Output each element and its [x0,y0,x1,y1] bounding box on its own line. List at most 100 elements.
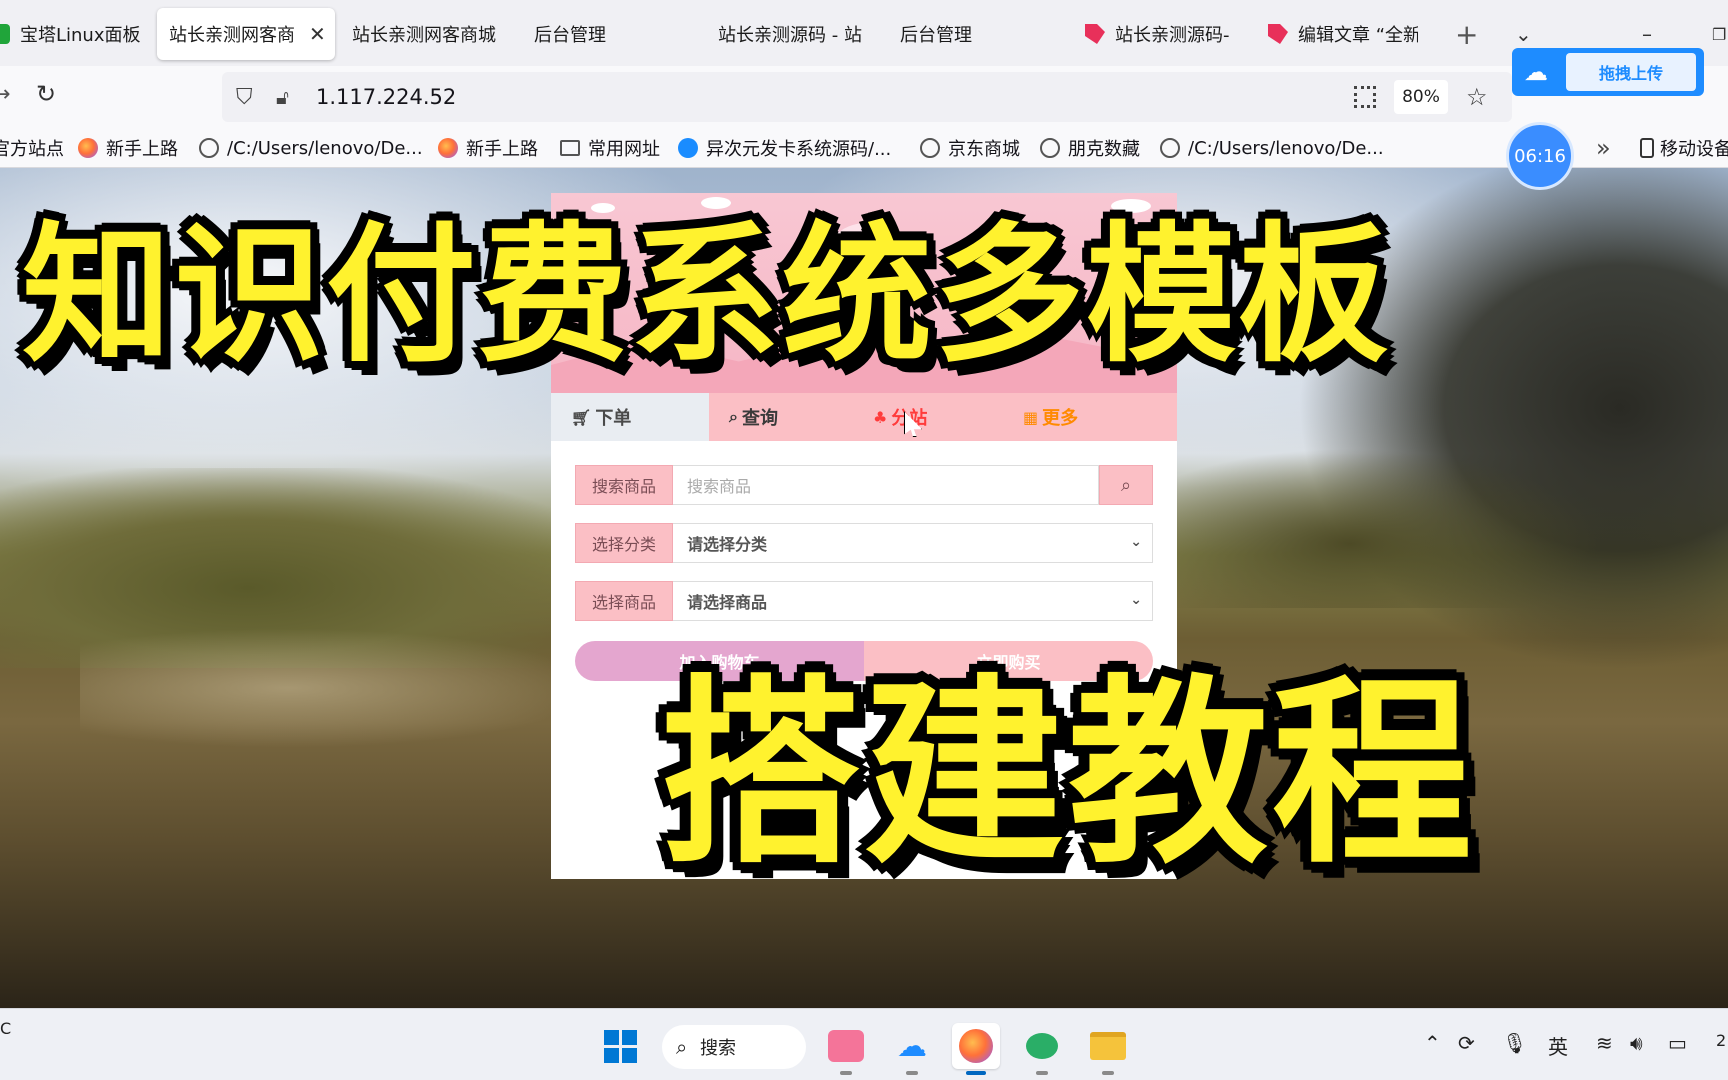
tab-baota[interactable]: 宝塔Linux面板 [0,8,140,60]
tab-admin-1[interactable]: 后台管理 [534,8,654,60]
bookmark-star-icon[interactable]: ☆ [1466,83,1488,111]
overlay-title-top: 知识付费系统多模板 [22,209,1391,383]
bookmark-local-file-2[interactable]: /C:/Users/lenovo/De... [1160,136,1384,160]
taskbar-search[interactable]: ⌕ 搜索 [662,1025,806,1069]
search-icon: ⌕ [676,1035,688,1059]
bookmark-local-file-1[interactable]: /C:/Users/lenovo/De... [199,136,423,160]
tab-edit-article[interactable]: 编辑文章 “全新 [1268,8,1418,60]
taskbar-firefox[interactable] [952,1023,1000,1075]
bookmark-folder-common[interactable]: 常用网址 [560,136,660,160]
url-bar[interactable]: ⛉ 🔓︎ 1.117.224.52 80% ☆ [222,72,1512,122]
bookmark-official[interactable]: 官方站点 [0,136,64,160]
tab-order[interactable]: 🛒︎ 下单 [551,393,709,441]
tab-more[interactable]: ▦ 更多 [1019,393,1177,441]
taskbar-bilibili[interactable] [822,1023,870,1075]
globe-icon [1040,138,1060,158]
recording-timer[interactable]: 06:16 [1506,122,1574,190]
mobile-device-icon [1640,138,1654,158]
bookmark-jd[interactable]: 京东商城 [920,136,1020,160]
wechat-icon [1026,1033,1058,1059]
clock[interactable]: 2 [1716,1031,1726,1050]
tab-query[interactable]: ⌕ 查询 [709,393,869,441]
search-button[interactable]: ⌕ [1099,465,1153,505]
rocket-icon [1268,24,1288,44]
background-path [80,628,600,748]
wifi-icon[interactable]: ≋ [1596,1031,1613,1055]
bookmarks-overflow-icon[interactable]: » [1596,134,1611,162]
cloud-icon: ☁ [897,1028,927,1064]
url-text[interactable]: 1.117.224.52 [316,85,456,109]
tray-overflow-chevron-up-icon[interactable]: ⌃ [1424,1031,1441,1055]
upload-widget[interactable]: ☁ 拖拽上传 [1512,48,1704,96]
product-select[interactable]: 请选择商品 ⌄ [673,581,1153,621]
globe-icon [1160,138,1180,158]
category-label: 选择分类 [575,523,673,563]
firefox-icon [959,1029,993,1063]
search-input[interactable]: 搜索商品 [673,465,1099,505]
download-icon [678,138,698,158]
cloud-icon: ☁ [1524,58,1548,86]
tab-substation[interactable]: ♣ 分站 [869,393,1019,441]
qr-code-icon[interactable] [1354,86,1376,108]
close-icon[interactable]: ✕ [309,22,326,46]
folder-icon [1090,1032,1126,1060]
chevron-down-icon: ⌄ [1130,592,1142,608]
forward-icon[interactable]: → [0,82,10,107]
browser-tab-strip: 宝塔Linux面板 站长亲测网客商 ✕ 站长亲测网客商城 后台管理 站长亲测源码… [0,0,1728,66]
tab-source-2[interactable]: 站长亲测源码- [1085,8,1235,60]
firefox-icon [78,138,98,158]
bookmark-faka-source[interactable]: 异次元发卡系统源码/... [678,136,891,160]
windows-icon [603,1029,637,1063]
sync-icon[interactable]: ⟳ [1458,1031,1475,1055]
bookmark-mobile[interactable]: 移动设备 [1640,136,1728,160]
order-tabs: 🛒︎ 下单 ⌕ 查询 ♣ 分站 ▦ 更多 [551,393,1177,441]
new-tab-button[interactable]: + [1455,8,1485,60]
firefox-icon [438,138,458,158]
zoom-level[interactable]: 80% [1394,80,1448,114]
bookmark-getting-started[interactable]: 新手上路 [78,136,178,160]
start-button[interactable] [596,1023,644,1069]
chevron-down-icon: ⌄ [1130,534,1142,550]
folder-icon [560,140,580,156]
category-row: 选择分类 请选择分类 ⌄ [575,523,1153,563]
bookmark-getting-started-2[interactable]: 新手上路 [438,136,538,160]
baota-icon [0,24,10,44]
product-row: 选择商品 请选择商品 ⌄ [575,581,1153,621]
maximize-icon[interactable]: ❐ [1712,8,1728,60]
overlay-title-bottom: 搭建教程 [660,658,1477,891]
bookmarks-bar: 官方站点 新手上路 /C:/Users/lenovo/De... 新手上路 常用… [0,128,1728,168]
tab-shop-active[interactable]: 站长亲测网客商 ✕ [157,8,335,60]
battery-icon[interactable]: ▭ [1668,1031,1687,1055]
microphone-icon[interactable]: 🎙︎ [1502,1031,1527,1055]
search-label: 搜索商品 [575,465,673,505]
drag-upload-label: 拖拽上传 [1566,53,1696,91]
reload-icon[interactable]: ↻ [36,80,56,108]
page-viewport: 🛒︎ 下单 ⌕ 查询 ♣ 分站 ▦ 更多 搜索商品 搜索商品 ⌕ [0,168,1728,1008]
tab-source-1[interactable]: 站长亲测源码 - 站 [718,8,868,60]
category-select[interactable]: 请选择分类 ⌄ [673,523,1153,563]
globe-icon [199,138,219,158]
tab-admin-2[interactable]: 后台管理 [900,8,1020,60]
search-icon: ⌕ [729,407,738,426]
shield-icon[interactable]: ⛉ [236,85,253,110]
weather-temp: C [0,1019,12,1038]
rocket-icon [1085,24,1105,44]
ime-indicator[interactable]: 英 [1548,1031,1568,1060]
taskbar-wechat[interactable] [1018,1023,1066,1075]
product-label: 选择商品 [575,581,673,621]
bilibili-icon [828,1030,864,1062]
sitemap-icon: ♣ [873,407,888,427]
taskbar-file-explorer[interactable] [1084,1023,1132,1075]
cart-icon: 🛒︎ [571,407,592,427]
gift-icon: ▦ [1023,407,1039,427]
navigation-bar: → ↻ ⛉ 🔓︎ 1.117.224.52 80% ☆ [0,66,1728,128]
tab-shop-2[interactable]: 站长亲测网客商城 [352,8,502,60]
globe-icon [920,138,940,158]
insecure-lock-icon[interactable]: 🔓︎ [276,85,289,109]
search-row: 搜索商品 搜索商品 ⌕ [575,465,1153,505]
search-icon: ⌕ [1120,474,1132,496]
taskbar: C ⌕ 搜索 ☁ ⌃ ⟳ 🎙︎ 英 ≋ 🔊︎ ▭ 2 [0,1008,1728,1080]
bookmark-punk[interactable]: 朋克数藏 [1040,136,1140,160]
taskbar-baidu-netdisk[interactable]: ☁ [888,1023,936,1075]
volume-icon[interactable]: 🔊︎ [1630,1031,1643,1055]
